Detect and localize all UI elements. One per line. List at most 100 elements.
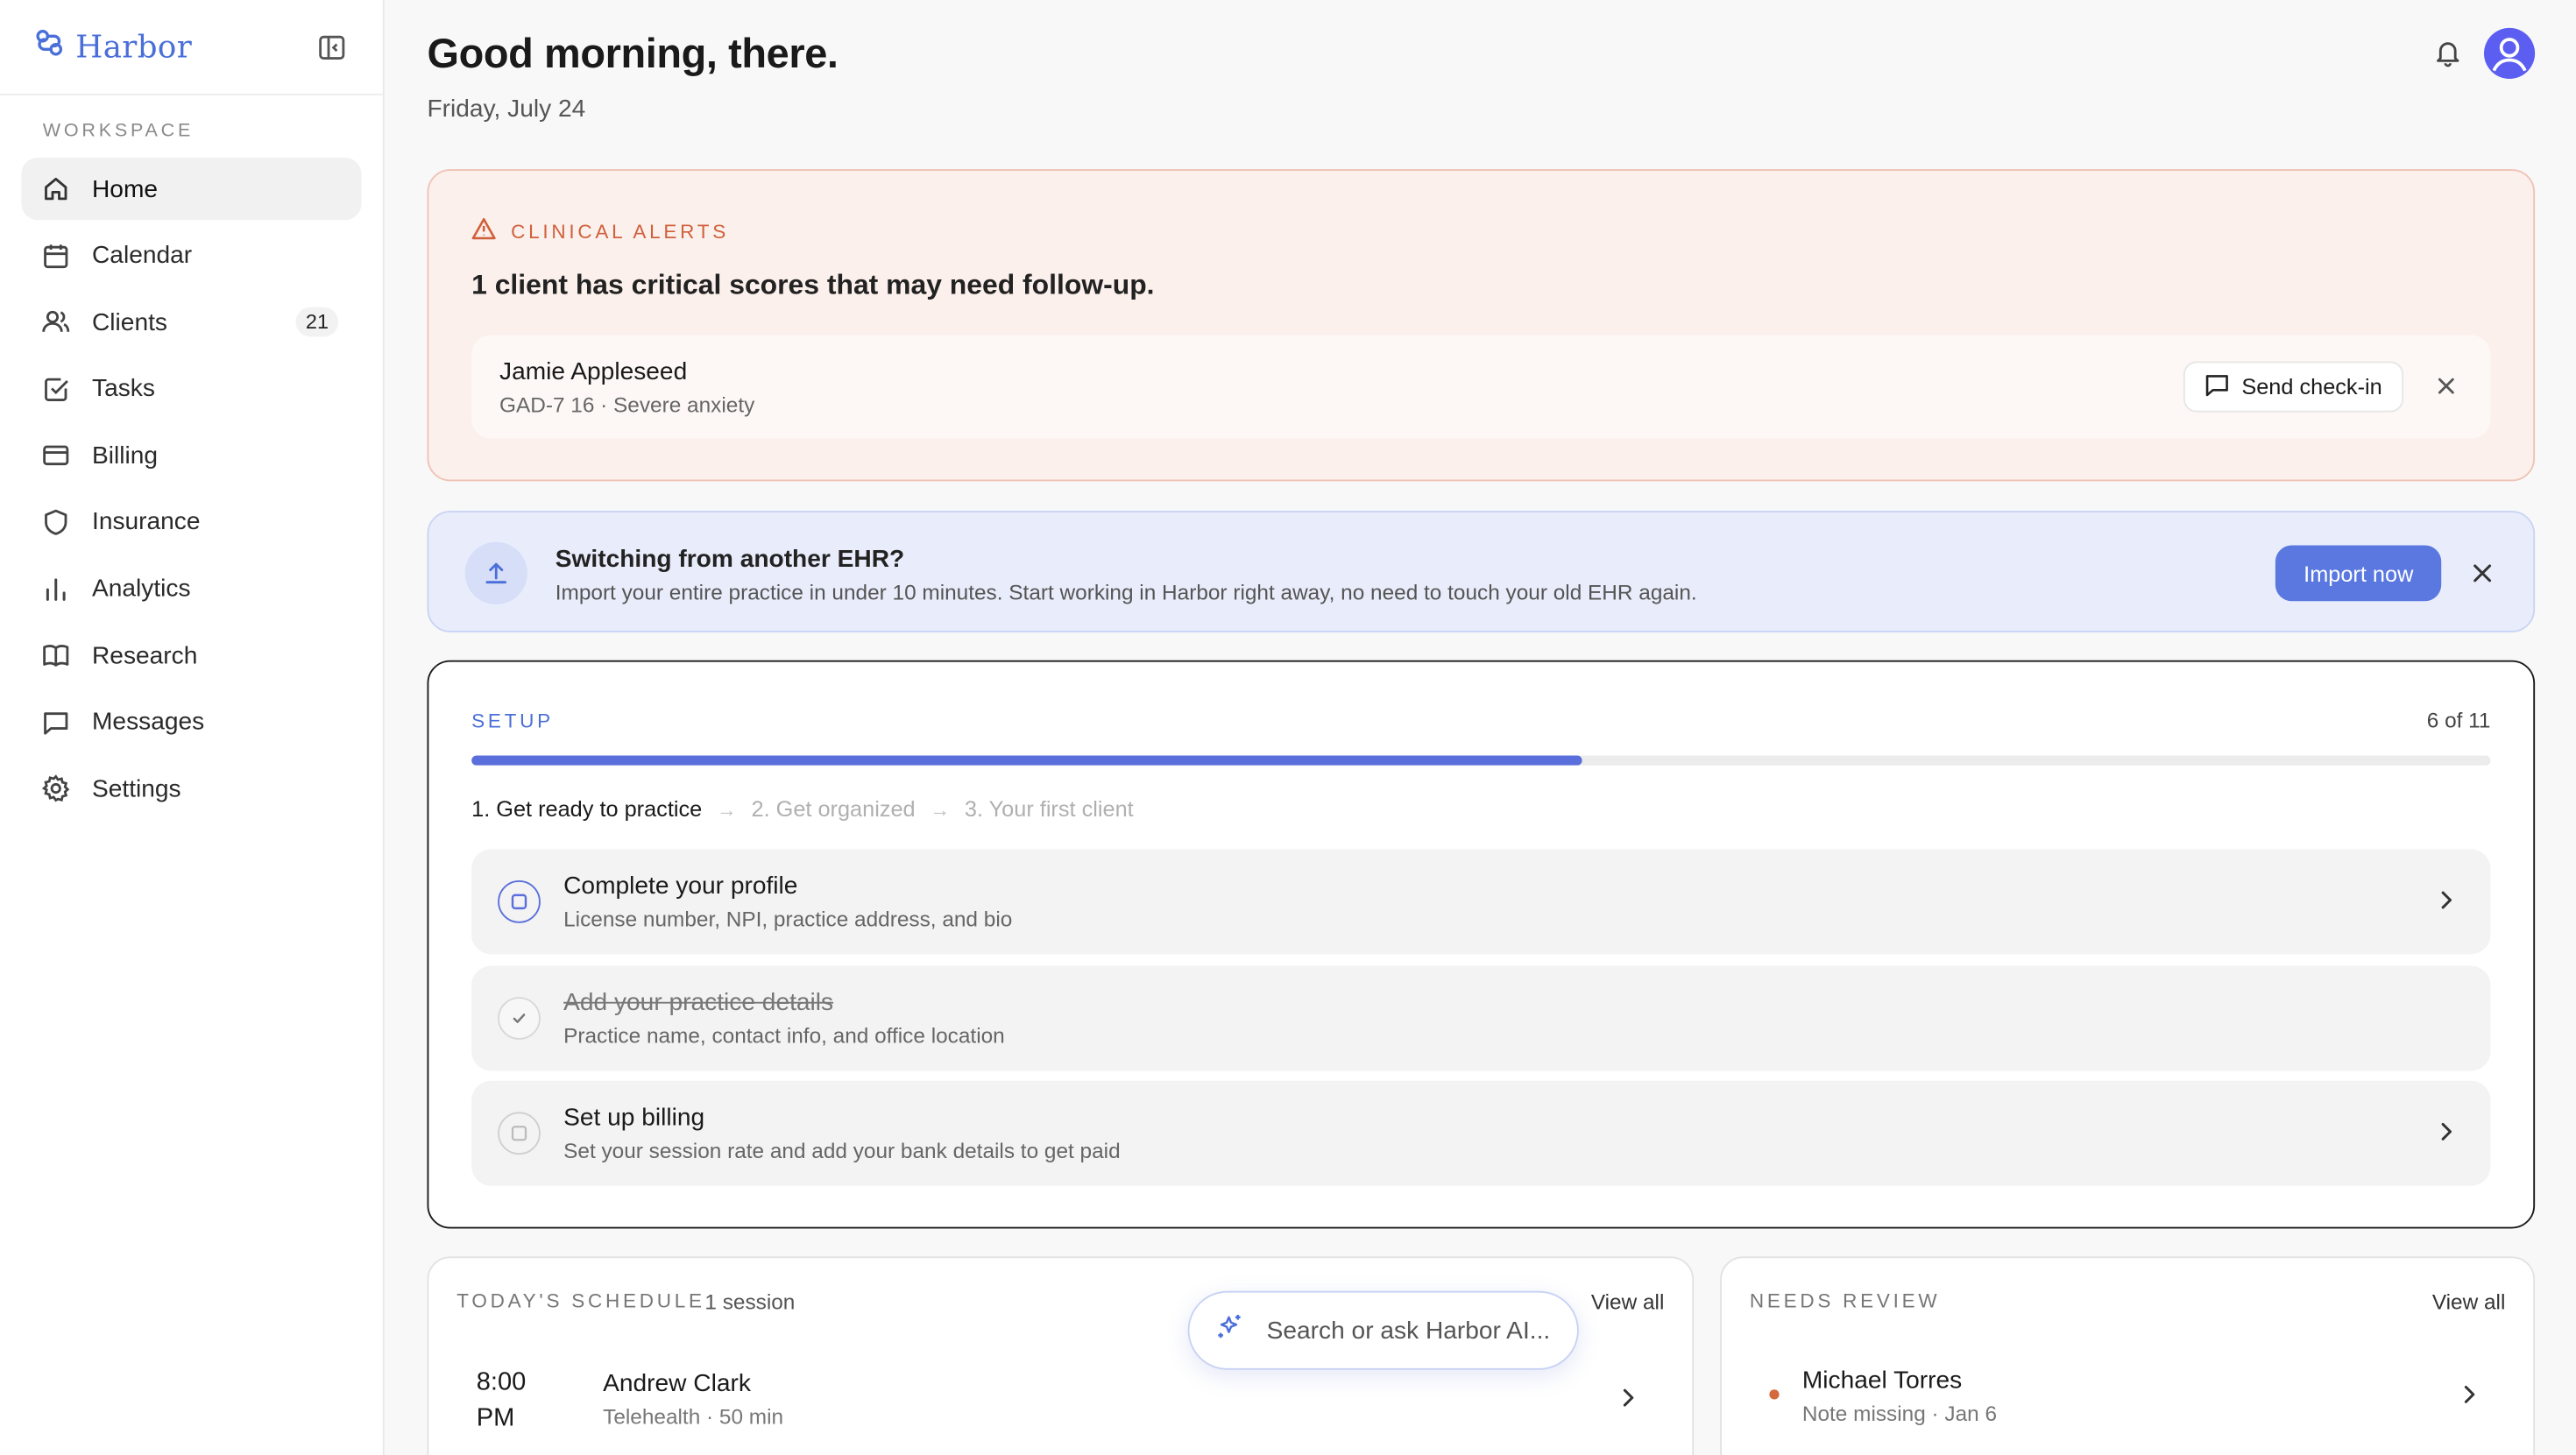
- brand-logo[interactable]: Harbor: [33, 26, 193, 67]
- task-description: Practice name, contact info, and office …: [563, 1023, 1005, 1049]
- bar-chart-icon: [41, 574, 71, 604]
- sidebar-item-label: Calendar: [92, 241, 193, 270]
- sidebar-item-messages[interactable]: Messages: [21, 691, 361, 753]
- brand-name: Harbor: [75, 28, 193, 66]
- sidebar-item-label: Tasks: [92, 375, 155, 403]
- avatar[interactable]: [2484, 27, 2536, 79]
- sidebar-item-settings[interactable]: Settings: [21, 758, 361, 820]
- home-icon: [41, 174, 71, 204]
- setup-progress-bar: [471, 755, 2491, 766]
- upload-icon: [464, 541, 527, 604]
- ai-search-input[interactable]: Search or ask Harbor AI...: [1187, 1290, 1579, 1370]
- task-title: Set up billing: [563, 1104, 705, 1132]
- sidebar-item-label: Insurance: [92, 508, 201, 537]
- sidebar-item-calendar[interactable]: Calendar: [21, 224, 361, 286]
- schedule-label: TODAY'S SCHEDULE: [456, 1289, 705, 1313]
- alert-client-row[interactable]: Jamie Appleseed GAD-7 16 · Severe anxiet…: [471, 335, 2491, 439]
- current-date: Friday, July 24: [427, 95, 586, 124]
- task-set-up-billing[interactable]: Set up billing Set your session rate and…: [471, 1080, 2491, 1186]
- sidebar-item-label: Home: [92, 174, 159, 203]
- chevron-right-icon[interactable]: [1617, 1387, 1639, 1409]
- needs-review-label: NEEDS REVIEW: [1749, 1289, 1941, 1313]
- todo-task-circle-icon: [498, 1112, 541, 1155]
- ehr-banner-subtitle: Import your entire practice in under 10 …: [555, 579, 1697, 604]
- chevron-right-icon: [2435, 1120, 2458, 1143]
- task-title: Complete your profile: [563, 872, 798, 901]
- brand-header: Harbor: [0, 0, 383, 95]
- main-content: Good morning, there. Friday, July 24 CLI…: [386, 0, 2576, 1455]
- sidebar-collapse-icon[interactable]: [317, 33, 347, 63]
- setup-progress-fill: [471, 755, 1582, 766]
- session-client-name[interactable]: Andrew Clark: [603, 1370, 751, 1398]
- ai-search-placeholder: Search or ask Harbor AI...: [1266, 1316, 1551, 1345]
- ehr-banner-title: Switching from another EHR?: [555, 545, 905, 574]
- clinical-alerts-card: CLINICAL ALERTS 1 client has critical sc…: [427, 169, 2536, 482]
- sidebar-item-billing[interactable]: Billing: [21, 424, 361, 486]
- task-practice-details[interactable]: Add your practice details Practice name,…: [471, 965, 2491, 1071]
- session-time: 8:00 PM: [477, 1365, 550, 1437]
- message-icon: [41, 708, 71, 738]
- ehr-import-banner: Switching from another EHR? Import your …: [427, 511, 2536, 632]
- checkbox-icon: [41, 374, 71, 404]
- clinical-alerts-header: CLINICAL ALERTS: [471, 217, 729, 245]
- sidebar-item-analytics[interactable]: Analytics: [21, 558, 361, 620]
- review-detail: Note missing · Jan 6: [1801, 1401, 1998, 1426]
- needs-review-card: NEEDS REVIEW View all Michael Torres Not…: [1720, 1256, 2536, 1455]
- session-time-hour: 8:00: [476, 1367, 527, 1396]
- session-time-period: PM: [476, 1404, 515, 1432]
- task-complete-profile[interactable]: Complete your profile License number, NP…: [471, 849, 2491, 955]
- sidebar-item-tasks[interactable]: Tasks: [21, 357, 361, 420]
- send-check-in-button[interactable]: Send check-in: [2183, 361, 2404, 413]
- alert-client-name[interactable]: Jamie Appleseed: [499, 358, 687, 386]
- review-client-name[interactable]: Michael Torres: [1802, 1367, 1962, 1395]
- harbor-logo-icon: [33, 26, 67, 67]
- send-check-in-label: Send check-in: [2241, 374, 2382, 399]
- warning-triangle-icon: [471, 217, 496, 245]
- dismiss-banner-close-icon[interactable]: [2471, 562, 2494, 584]
- sidebar-item-home[interactable]: Home: [21, 158, 362, 221]
- dismiss-alert-close-icon[interactable]: [2435, 375, 2458, 398]
- sidebar-item-label: Analytics: [92, 575, 191, 604]
- import-now-button[interactable]: Import now: [2275, 545, 2442, 602]
- task-description: Set your session rate and add your bank …: [563, 1138, 1121, 1163]
- session-detail: Telehealth · 50 min: [603, 1404, 784, 1430]
- chevron-right-icon: [2435, 888, 2458, 911]
- sidebar: Harbor WORKSPACE Home Calendar Clients 2…: [0, 0, 385, 1455]
- page-title: Good morning, there.: [427, 31, 839, 78]
- clinical-alerts-headline: 1 client has critical scores that may ne…: [471, 269, 1155, 301]
- calendar-icon: [41, 241, 71, 271]
- alert-client-detail: GAD-7 16 · Severe anxiety: [499, 392, 755, 418]
- sidebar-item-clients[interactable]: Clients 21: [21, 291, 361, 353]
- review-view-all-link[interactable]: View all: [2432, 1289, 2506, 1314]
- chevron-right-icon[interactable]: [2458, 1383, 2480, 1406]
- clinical-alerts-label: CLINICAL ALERTS: [511, 219, 729, 243]
- sidebar-item-label: Billing: [92, 441, 159, 470]
- setup-card: SETUP 6 of 11 1. Get ready to practice →…: [427, 660, 2536, 1229]
- step-1[interactable]: 1. Get ready to practice: [471, 796, 702, 821]
- sidebar-nav: Home Calendar Clients 21 Tasks Billing I…: [0, 152, 383, 831]
- credit-card-icon: [41, 441, 71, 470]
- sidebar-item-research[interactable]: Research: [21, 625, 361, 687]
- sidebar-item-insurance[interactable]: Insurance: [21, 491, 361, 554]
- arrow-right-icon: →: [717, 797, 737, 821]
- bell-icon[interactable]: [2433, 38, 2463, 67]
- arrow-right-icon: →: [930, 797, 951, 821]
- current-task-circle-icon: [498, 880, 541, 923]
- sidebar-item-label: Research: [92, 641, 198, 670]
- book-icon: [41, 641, 71, 671]
- workspace-label: WORKSPACE: [42, 121, 195, 142]
- task-description: License number, NPI, practice address, a…: [563, 907, 1013, 932]
- message-icon: [2205, 372, 2230, 402]
- sidebar-item-label: Settings: [92, 774, 181, 803]
- shield-icon: [41, 507, 71, 537]
- gear-icon: [41, 774, 71, 804]
- setup-progress-count: 6 of 11: [2426, 708, 2491, 733]
- setup-label: SETUP: [471, 710, 554, 733]
- sparkle-icon: [1216, 1312, 1244, 1348]
- checkmark-icon: [498, 997, 541, 1040]
- step-2[interactable]: 2. Get organized: [751, 796, 915, 821]
- step-3[interactable]: 3. Your first client: [965, 796, 1134, 821]
- clients-count-badge: 21: [295, 307, 339, 337]
- sidebar-item-label: Clients: [92, 307, 167, 336]
- schedule-view-all-link[interactable]: View all: [1591, 1289, 1665, 1314]
